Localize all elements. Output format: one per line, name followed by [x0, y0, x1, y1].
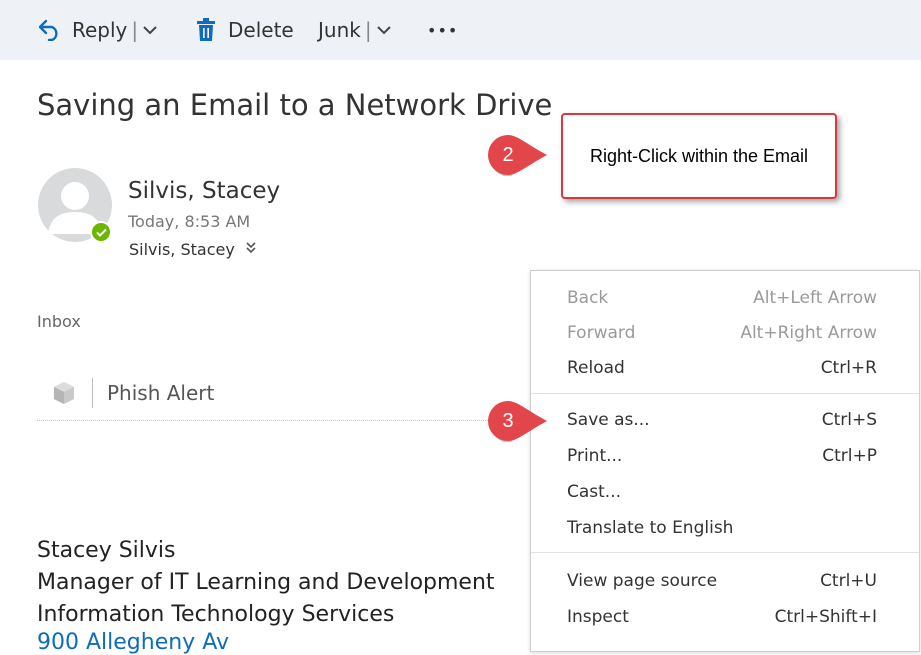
phish-alert-icon [52, 381, 76, 405]
menu-divider [531, 393, 919, 394]
menu-item-shortcut: Ctrl+R [820, 358, 877, 378]
reply-options-chevron-down-icon[interactable] [142, 24, 158, 36]
folder-label: Inbox [37, 312, 81, 331]
delete-button[interactable]: Delete [196, 0, 294, 60]
junk-label: Junk [318, 18, 361, 42]
menu-item-print[interactable]: Print... Ctrl+P [531, 438, 919, 474]
menu-item-inspect[interactable]: Inspect Ctrl+Shift+I [531, 599, 919, 635]
expand-recipients-chevron-icon[interactable] [245, 241, 257, 259]
signature-department: Information Technology Services [37, 602, 395, 627]
toolbar-separator: | [131, 18, 139, 42]
menu-item-reload[interactable]: Reload Ctrl+R [531, 350, 919, 386]
addin-divider [92, 378, 93, 408]
step-2-text: Right-Click within the Email [589, 145, 809, 166]
menu-item-label: Reload [567, 358, 625, 378]
menu-item-shortcut: Alt+Right Arrow [740, 323, 877, 343]
message-time: Today, 8:53 AM [128, 212, 251, 231]
step-3-badge: 3 [487, 400, 547, 442]
menu-divider [531, 552, 919, 553]
menu-item-label: Save as... [567, 410, 650, 430]
step-3-number: 3 [502, 410, 514, 432]
menu-item-view-source[interactable]: View page source Ctrl+U [531, 563, 919, 599]
step-2-callout: Right-Click within the Email [561, 113, 837, 199]
menu-item-label: Translate to English [567, 518, 734, 538]
recipient-name[interactable]: Silvis, Stacey [129, 240, 235, 259]
delete-icon [196, 18, 216, 42]
message-subject: Saving an Email to a Network Drive [37, 88, 553, 122]
junk-options-chevron-down-icon[interactable] [376, 24, 392, 36]
more-icon: ••• [427, 20, 459, 40]
menu-item-label: View page source [567, 571, 718, 591]
delete-label: Delete [228, 18, 294, 42]
junk-button[interactable]: Junk | [318, 0, 392, 60]
menu-item-label: Print... [567, 446, 623, 466]
phish-alert-button[interactable]: Phish Alert [52, 373, 214, 413]
menu-item-shortcut: Alt+Left Arrow [753, 288, 877, 308]
menu-item-shortcut: Ctrl+S [821, 410, 877, 430]
addin-separator [37, 420, 522, 421]
menu-item-label: Cast... [567, 482, 622, 502]
menu-item-label: Back [567, 288, 609, 308]
step-2-number: 2 [502, 144, 514, 166]
presence-available-icon [90, 221, 112, 243]
menu-item-shortcut: Ctrl+Shift+I [774, 607, 877, 627]
menu-item-translate[interactable]: Translate to English [531, 510, 919, 546]
menu-item-cast[interactable]: Cast... [531, 474, 919, 510]
toolbar-separator: | [364, 18, 372, 42]
sender-name[interactable]: Silvis, Stacey [128, 178, 280, 204]
menu-item-shortcut: Ctrl+U [820, 571, 877, 591]
signature-address-link[interactable]: 900 Allegheny Av [37, 630, 229, 655]
signature-name: Stacey Silvis [37, 538, 176, 563]
reply-label: Reply [72, 18, 128, 42]
reply-icon [38, 19, 62, 41]
reply-button[interactable]: Reply | [38, 0, 158, 60]
signature-role: Manager of IT Learning and Development [37, 570, 495, 595]
menu-item-save-as[interactable]: Save as... Ctrl+S [531, 402, 919, 438]
more-actions-button[interactable]: ••• [427, 0, 458, 60]
menu-item-label: Forward [567, 323, 636, 343]
phish-alert-label: Phish Alert [107, 381, 215, 405]
menu-item-shortcut: Ctrl+P [822, 446, 877, 466]
context-menu: Back Alt+Left Arrow Forward Alt+Right Ar… [530, 270, 920, 652]
recipient-line[interactable]: Silvis, Stacey [129, 240, 257, 259]
step-2-badge: 2 [487, 134, 547, 176]
menu-item-forward[interactable]: Forward Alt+Right Arrow [531, 315, 919, 351]
menu-item-label: Inspect [567, 607, 629, 627]
command-toolbar: Reply | Delete Junk | ••• [0, 0, 921, 60]
menu-item-back[interactable]: Back Alt+Left Arrow [531, 280, 919, 316]
